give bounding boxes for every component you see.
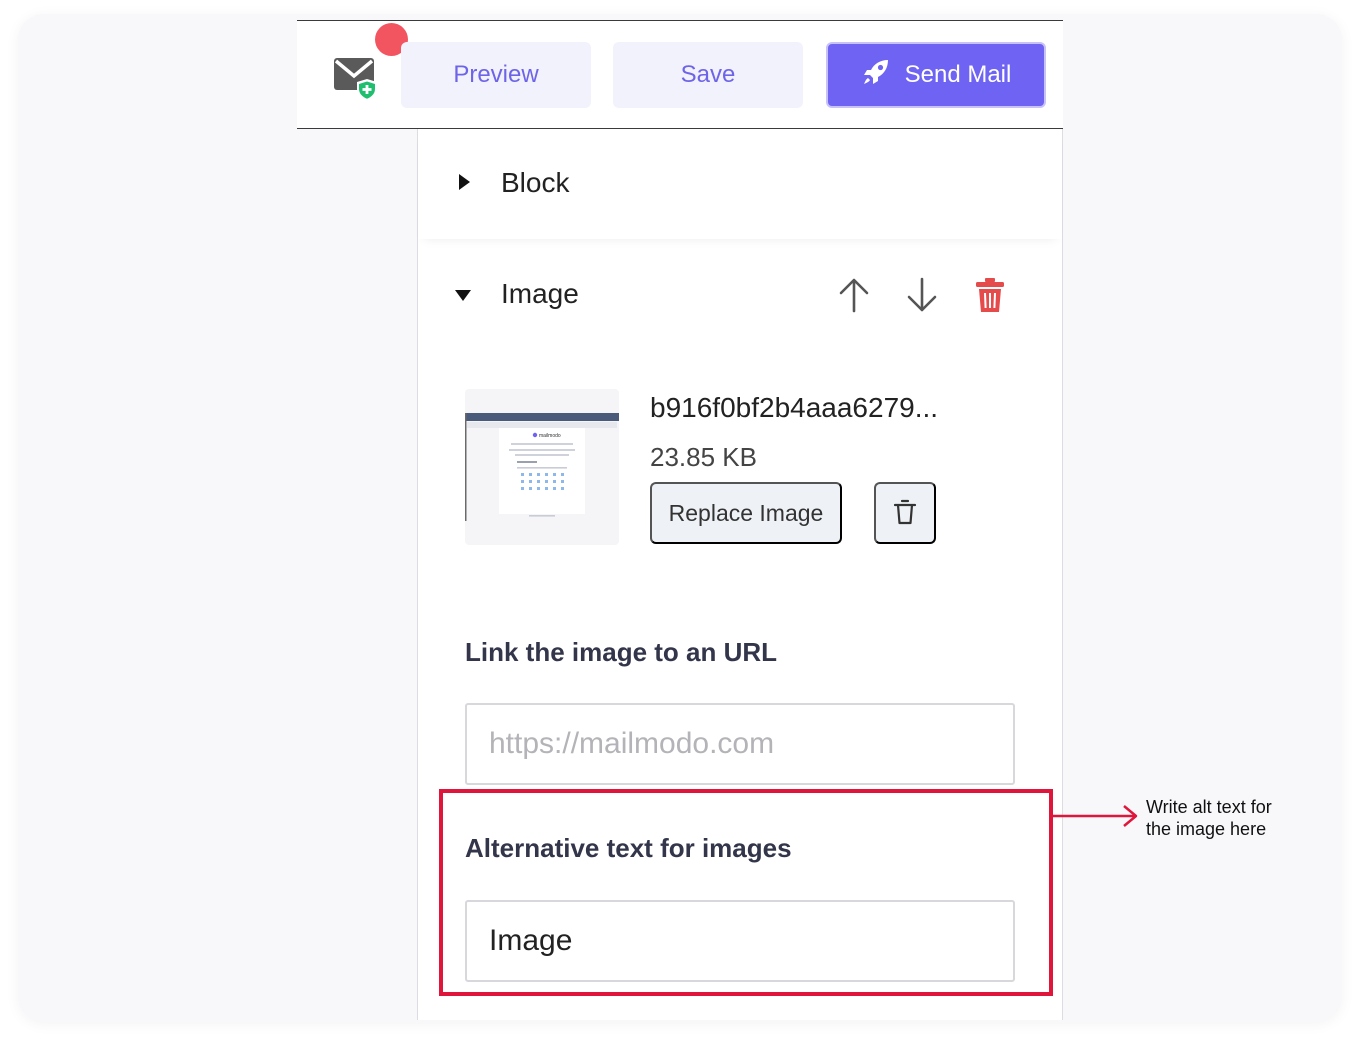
- delete-block-icon[interactable]: [972, 275, 1008, 315]
- block-section-header[interactable]: Block: [418, 129, 1062, 239]
- arrow-right-icon: [1052, 804, 1140, 828]
- annotation-line-1: Write alt text for: [1146, 797, 1272, 817]
- preview-button[interactable]: Preview: [401, 42, 591, 108]
- send-mail-label: Send Mail: [904, 61, 1012, 88]
- image-thumbnail: mailmodo: [465, 389, 619, 545]
- remove-image-button[interactable]: [874, 482, 936, 544]
- caret-down-icon[interactable]: [455, 290, 471, 301]
- image-section-title: Image: [501, 278, 579, 309]
- mail-shield-icon: [333, 57, 379, 101]
- image-file-size: 23.85 KB: [650, 442, 757, 472]
- annotation-note: Write alt text for the image here: [1146, 796, 1326, 840]
- top-toolbar: Preview Save Send Mail: [297, 20, 1063, 129]
- block-title: Block: [501, 167, 570, 198]
- link-url-label: Link the image to an URL: [465, 637, 778, 667]
- move-up-icon[interactable]: [836, 275, 872, 315]
- replace-image-button[interactable]: Replace Image: [650, 482, 842, 544]
- caret-right-icon: [459, 174, 470, 190]
- rocket-icon: [861, 57, 891, 94]
- canvas-gutter: [297, 129, 417, 1020]
- link-url-input[interactable]: [465, 703, 1015, 785]
- trash-icon: [893, 499, 917, 528]
- send-mail-button[interactable]: Send Mail: [826, 42, 1046, 108]
- save-button[interactable]: Save: [613, 42, 803, 108]
- annotation-line-2: the image here: [1146, 819, 1267, 839]
- image-file-name: b916f0bf2b4aaa6279...: [650, 392, 939, 423]
- alt-text-highlight-box: [439, 789, 1053, 996]
- thumbnail-brand-text: mailmodo: [539, 433, 561, 439]
- move-down-icon[interactable]: [904, 275, 940, 315]
